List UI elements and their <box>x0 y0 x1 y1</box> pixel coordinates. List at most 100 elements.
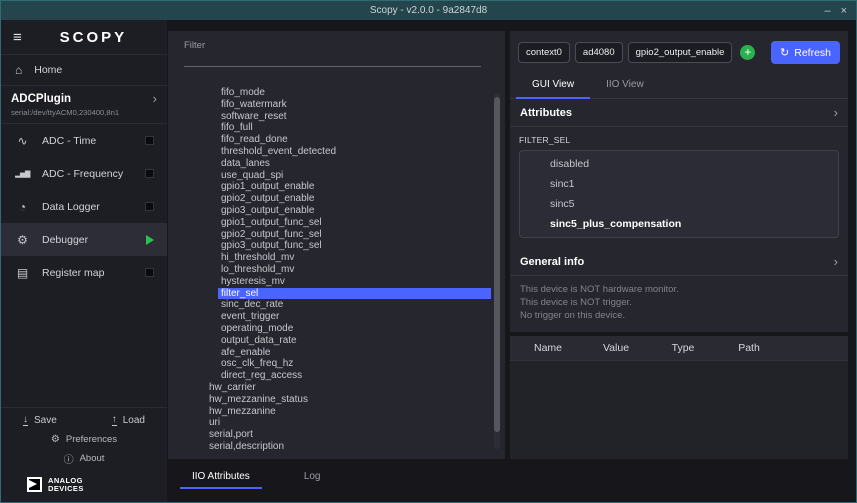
iio-attributes-panel: Filter fifo_modefifo_watermarksoftware_r… <box>168 31 505 459</box>
column-header-path[interactable]: Path <box>716 342 782 354</box>
tree-item[interactable]: software_reset <box>218 111 491 123</box>
column-header-type[interactable]: Type <box>650 342 716 354</box>
tree-item[interactable]: afe_enable <box>218 347 491 359</box>
run-state-indicator[interactable] <box>145 136 154 145</box>
save-icon: ↓ <box>23 415 28 426</box>
tree-item[interactable]: hi_threshold_mv <box>218 252 491 264</box>
tree-item[interactable]: sinc_dec_rate <box>218 299 491 311</box>
gear-icon: ⚙ <box>51 434 60 445</box>
plugin-uri: serial:/dev/ttyACM0,230400,8n1 <box>11 108 157 117</box>
chevron-right-icon[interactable]: › <box>153 94 157 104</box>
plugin-header[interactable]: ADCPlugin › serial:/dev/ttyACM0,230400,8… <box>1 86 167 124</box>
close-icon[interactable]: × <box>841 5 847 17</box>
chevron-right-icon[interactable]: › <box>834 108 838 118</box>
run-state-indicator[interactable] <box>145 169 154 178</box>
plugin-name: ADCPlugin <box>11 93 71 105</box>
sidebar-item-home[interactable]: ⌂ Home <box>1 55 167 86</box>
tree-item[interactable]: operating_mode <box>218 323 491 335</box>
filter-sel-option[interactable]: sinc5 <box>520 194 838 214</box>
tab-log[interactable]: Log <box>292 471 333 489</box>
column-header-value[interactable]: Value <box>582 342 650 354</box>
sidebar-item-data-logger[interactable]: ◔ Data Logger <box>1 190 167 223</box>
scrollbar[interactable] <box>494 93 500 449</box>
filter-input[interactable] <box>184 54 481 67</box>
tree-item[interactable]: fifo_full <box>218 122 491 134</box>
filter-label: Filter <box>184 40 491 51</box>
sidebar-tools: ∿ ADC - Time ▂▅▇ ADC - Frequency ◔ Data … <box>1 124 167 289</box>
tree-item[interactable]: output_data_rate <box>218 335 491 347</box>
tree-item[interactable]: threshold_event_detected <box>218 146 491 158</box>
chevron-right-icon[interactable]: › <box>834 257 838 267</box>
tree-item[interactable]: serial,port <box>206 429 491 441</box>
info-line: This device is NOT trigger. <box>520 296 838 309</box>
plus-icon: + <box>744 45 751 59</box>
window-controls: – × <box>824 1 847 20</box>
info-line: This device is NOT hardware monitor. <box>520 283 838 296</box>
tree-item[interactable]: direct_reg_access <box>218 370 491 382</box>
tree-item[interactable]: fifo_mode <box>218 87 491 99</box>
detail-panel: context0 ad4080 gpio2_output_enable + ↻ … <box>510 31 848 332</box>
tree-item[interactable]: event_trigger <box>218 311 491 323</box>
tab-gui-view[interactable]: GUI View <box>516 73 590 99</box>
iio-tree: fifo_modefifo_watermarksoftware_resetfif… <box>184 87 491 453</box>
hamburger-menu-icon[interactable]: ≡ <box>13 29 22 46</box>
data-logger-icon: ◔ <box>14 200 31 214</box>
tree-item[interactable]: gpio1_output_enable <box>218 181 491 193</box>
run-state-indicator[interactable] <box>146 235 154 245</box>
tree-item[interactable]: gpio2_output_func_sel <box>218 229 491 241</box>
run-state-indicator[interactable] <box>145 202 154 211</box>
tab-iio-view[interactable]: IIO View <box>590 73 660 99</box>
tree-item[interactable]: lo_threshold_mv <box>218 264 491 276</box>
sidebar-item-register-map[interactable]: ▤ Register map <box>1 256 167 289</box>
breadcrumb-chip-attribute[interactable]: gpio2_output_enable <box>628 42 733 63</box>
filter-sel-option[interactable]: disabled <box>520 154 838 174</box>
sidebar-item-adc-frequency[interactable]: ▂▅▇ ADC - Frequency <box>1 157 167 190</box>
about-button[interactable]: ⓘ About <box>1 448 167 469</box>
tree-item[interactable]: hw_mezzanine_status <box>206 394 491 406</box>
add-to-watchlist-button[interactable]: + <box>740 45 755 60</box>
sidebar-item-debugger[interactable]: ⚙ Debugger <box>1 223 167 256</box>
detail-column: context0 ad4080 gpio2_output_enable + ↻ … <box>510 31 848 459</box>
tree-item[interactable]: hysteresis_mv <box>218 276 491 288</box>
tree-item[interactable]: gpio2_output_enable <box>218 193 491 205</box>
tree-item[interactable]: gpio3_output_func_sel <box>218 240 491 252</box>
minimize-icon[interactable]: – <box>824 5 830 17</box>
tree-item[interactable]: data_lanes <box>218 158 491 170</box>
load-button[interactable]: ↑ Load <box>112 415 145 426</box>
attributes-section-header[interactable]: Attributes › <box>510 99 848 127</box>
refresh-button[interactable]: ↻ Refresh <box>771 41 840 64</box>
filter-sel-dropdown[interactable]: disabledsinc1sinc5sinc5_plus_compensatio… <box>519 150 839 238</box>
analog-devices-logo: ANALOG DEVICES <box>1 469 167 502</box>
tree-item[interactable]: hw_mezzanine <box>206 406 491 418</box>
frequency-bars-icon: ▂▅▇ <box>14 170 31 178</box>
run-state-indicator[interactable] <box>145 268 154 277</box>
info-icon: ⓘ <box>64 451 74 466</box>
preferences-button[interactable]: ⚙ Preferences <box>1 431 167 448</box>
save-button[interactable]: ↓ Save <box>23 415 57 426</box>
tree-item[interactable]: fifo_watermark <box>218 99 491 111</box>
tab-iio-attributes[interactable]: IIO Attributes <box>180 471 262 489</box>
tree-item[interactable]: serial,description <box>206 441 491 453</box>
tree-item[interactable]: filter_sel <box>218 288 491 300</box>
scrollbar-thumb[interactable] <box>494 97 500 432</box>
general-info-text: This device is NOT hardware monitor. Thi… <box>510 276 848 332</box>
column-header-name[interactable]: Name <box>514 342 582 354</box>
general-info-section-header[interactable]: General info › <box>510 248 848 276</box>
watchlist-panel: Name Value Type Path <box>510 336 848 459</box>
breadcrumb-chip-context[interactable]: context0 <box>518 42 570 63</box>
tree-item[interactable]: use_quad_spi <box>218 170 491 182</box>
breadcrumb: context0 ad4080 gpio2_output_enable + ↻ … <box>510 31 848 73</box>
tree-item[interactable]: gpio3_output_enable <box>218 205 491 217</box>
tree-item[interactable]: uri <box>206 417 491 429</box>
breadcrumb-chip-device[interactable]: ad4080 <box>575 42 623 63</box>
filter-sel-option[interactable]: sinc5_plus_compensation <box>520 214 838 234</box>
filter-sel-option[interactable]: sinc1 <box>520 174 838 194</box>
sidebar-item-adc-time[interactable]: ∿ ADC - Time <box>1 124 167 157</box>
register-map-icon: ▤ <box>14 266 31 280</box>
tree-item[interactable]: fifo_read_done <box>218 134 491 146</box>
tree-item[interactable]: gpio1_output_func_sel <box>218 217 491 229</box>
load-icon: ↑ <box>112 415 117 426</box>
tree-item[interactable]: osc_clk_freq_hz <box>218 358 491 370</box>
sidebar-header: ≡ SCOPY <box>1 20 167 55</box>
tree-item[interactable]: hw_carrier <box>206 382 491 394</box>
